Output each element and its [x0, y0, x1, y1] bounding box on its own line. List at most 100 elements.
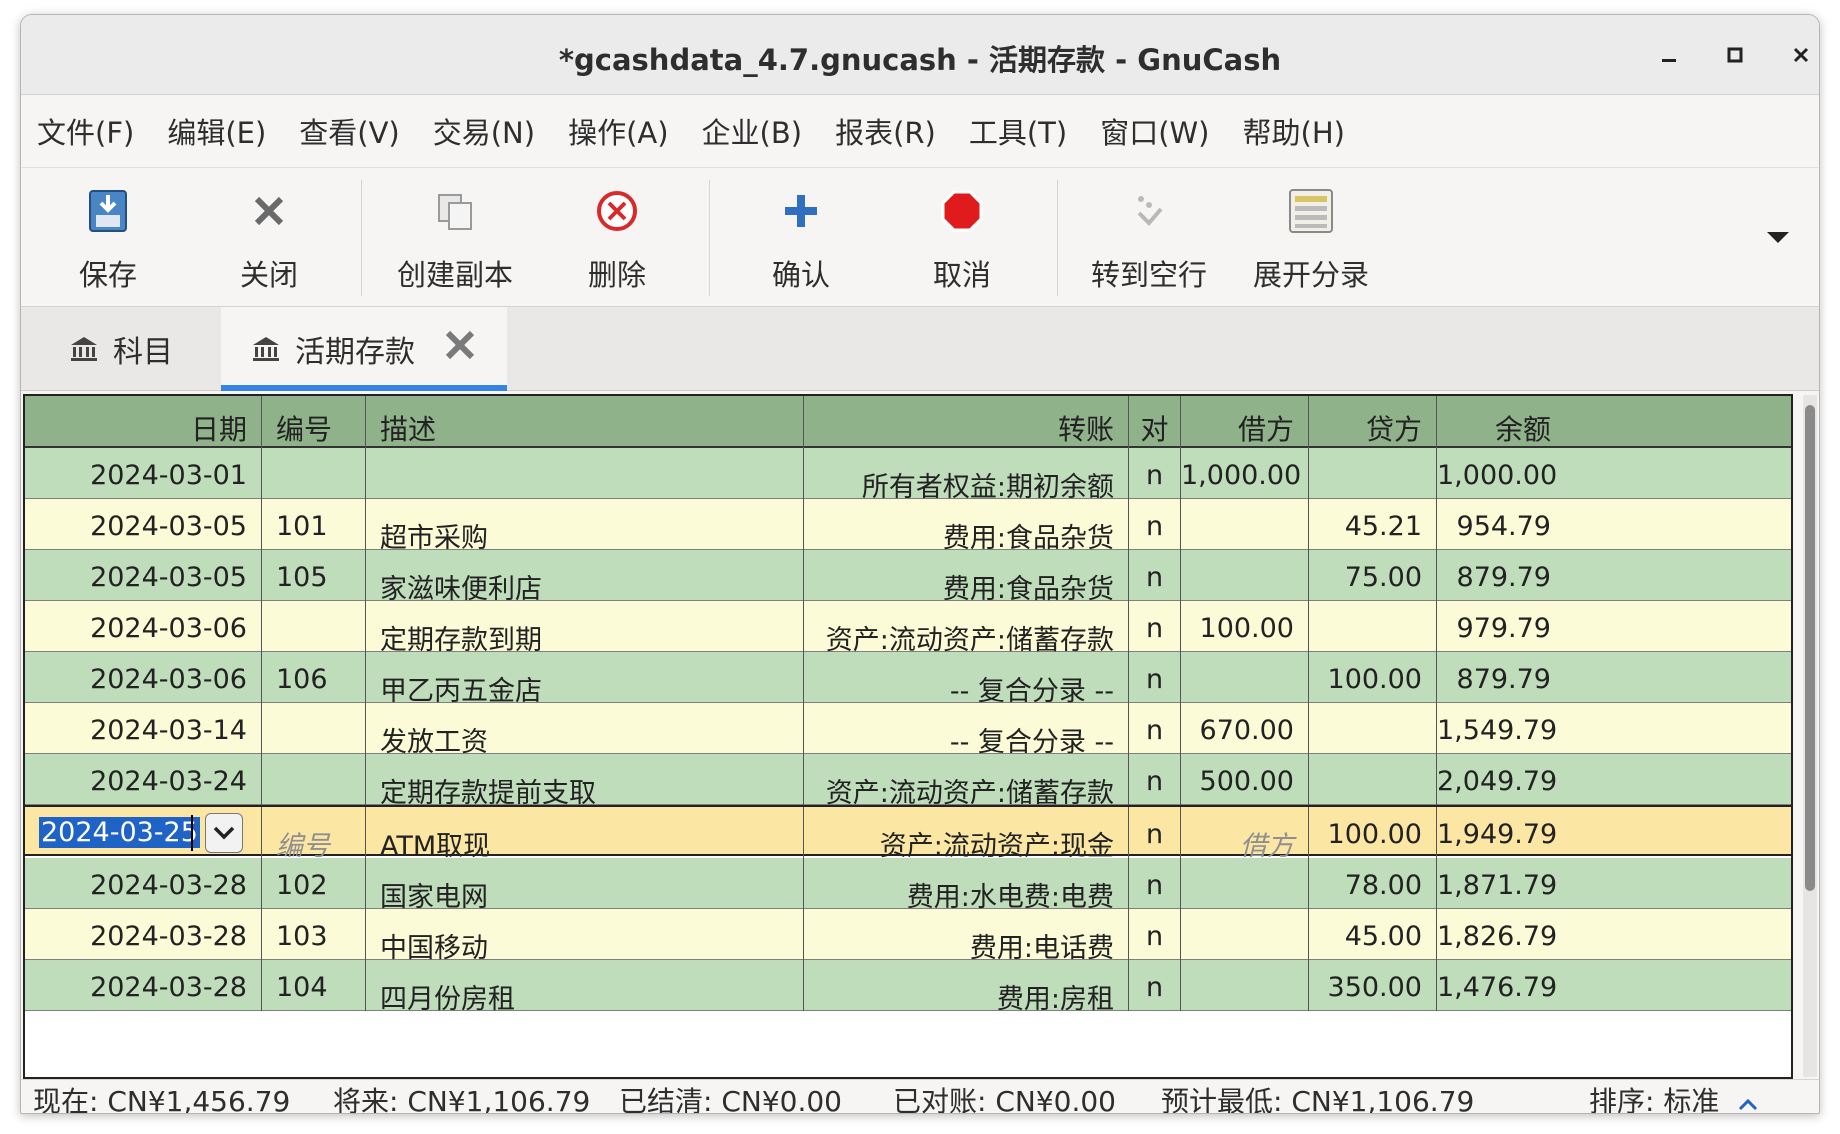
duplicate-button[interactable]: 创建副本 — [365, 178, 545, 298]
date-edit-field[interactable]: 2024-03-25 — [25, 807, 262, 858]
menu-help[interactable]: 帮助(H) — [1243, 110, 1345, 152]
cell-reconciled[interactable]: n — [1129, 960, 1181, 1011]
cell-desc[interactable]: 超市采购 — [366, 499, 804, 550]
col-header-debit[interactable]: 借方 — [1181, 396, 1309, 448]
cell-debit[interactable] — [1181, 960, 1309, 1011]
credit-field[interactable]: 100.00 — [1309, 807, 1437, 858]
delete-button[interactable]: 删除 — [527, 178, 707, 298]
cell-reconciled[interactable]: n — [1129, 550, 1181, 601]
cell-reconciled[interactable]: n — [1129, 652, 1181, 703]
save-button[interactable]: 保存 — [21, 178, 198, 298]
cell-num[interactable] — [262, 703, 366, 754]
cell-debit[interactable]: 100.00 — [1181, 601, 1309, 652]
menu-edit[interactable]: 编辑(E) — [167, 110, 266, 152]
cell-transfer[interactable]: 费用:房租 — [804, 960, 1129, 1011]
table-row[interactable]: 2024-03-28 103 中国移动 费用:电话费 n 45.00 1,826… — [25, 909, 1791, 960]
menu-view[interactable]: 查看(V) — [299, 110, 399, 152]
desc-field[interactable]: ATM取现 — [366, 807, 804, 858]
col-header-date[interactable]: 日期 — [25, 396, 262, 448]
cell-num[interactable]: 106 — [262, 652, 366, 703]
cell-debit[interactable] — [1181, 909, 1309, 960]
toolbar-overflow-arrow[interactable] — [1765, 224, 1791, 252]
register-scrollbar[interactable] — [1803, 395, 1817, 1077]
cell-credit[interactable]: 75.00 — [1309, 550, 1437, 601]
cell-credit[interactable] — [1309, 754, 1437, 805]
cell-debit[interactable] — [1181, 499, 1309, 550]
cell-debit[interactable]: 670.00 — [1181, 703, 1309, 754]
blank-transaction-button[interactable]: 转到空行 — [1059, 178, 1239, 298]
current-transaction-row[interactable]: 2024-03-25 编号 ATM取现 资产:流动资产:现金 n 借方 100.… — [25, 805, 1791, 858]
cell-date[interactable]: 2024-03-06 — [25, 652, 262, 703]
cell-desc[interactable]: 发放工资 — [366, 703, 804, 754]
table-row[interactable]: 2024-03-05 101 超市采购 费用:食品杂货 n 45.21 954.… — [25, 499, 1791, 550]
cell-transfer[interactable]: -- 复合分录 -- — [804, 652, 1129, 703]
col-header-balance[interactable]: 余额 — [1437, 396, 1565, 448]
cell-date[interactable]: 2024-03-14 — [25, 703, 262, 754]
cell-desc[interactable] — [366, 448, 804, 499]
cell-reconciled[interactable]: n — [1129, 601, 1181, 652]
cell-debit[interactable]: 500.00 — [1181, 754, 1309, 805]
reconciled-field[interactable]: n — [1129, 807, 1181, 858]
col-header-reconciled[interactable]: 对 — [1129, 396, 1181, 448]
table-row[interactable]: 2024-03-06 106 甲乙丙五金店 -- 复合分录 -- n 100.0… — [25, 652, 1791, 703]
cell-reconciled[interactable]: n — [1129, 858, 1181, 909]
cell-transfer[interactable]: -- 复合分录 -- — [804, 703, 1129, 754]
cell-num[interactable]: 104 — [262, 960, 366, 1011]
cell-credit[interactable]: 45.00 — [1309, 909, 1437, 960]
col-header-credit[interactable]: 贷方 — [1309, 396, 1437, 448]
cell-desc[interactable]: 四月份房租 — [366, 960, 804, 1011]
cell-credit[interactable]: 350.00 — [1309, 960, 1437, 1011]
menu-actions[interactable]: 操作(A) — [568, 110, 668, 152]
close-window-button[interactable] — [1781, 35, 1819, 75]
cell-transfer[interactable]: 费用:水电费:电费 — [804, 858, 1129, 909]
cell-desc[interactable]: 国家电网 — [366, 858, 804, 909]
split-button[interactable]: 展开分录 — [1221, 178, 1401, 298]
cell-num[interactable]: 101 — [262, 499, 366, 550]
table-row[interactable]: 2024-03-05 105 家滋味便利店 费用:食品杂货 n 75.00 87… — [25, 550, 1791, 601]
cell-desc[interactable]: 定期存款到期 — [366, 601, 804, 652]
cell-desc[interactable]: 甲乙丙五金店 — [366, 652, 804, 703]
menu-tools[interactable]: 工具(T) — [969, 110, 1067, 152]
cell-num[interactable]: 103 — [262, 909, 366, 960]
cell-transfer[interactable]: 资产:流动资产:储蓄存款 — [804, 754, 1129, 805]
menu-reports[interactable]: 报表(R) — [835, 110, 936, 152]
cell-credit[interactable] — [1309, 601, 1437, 652]
minimize-button[interactable] — [1649, 35, 1689, 75]
table-row[interactable]: 2024-03-28 102 国家电网 费用:水电费:电费 n 78.00 1,… — [25, 858, 1791, 909]
cell-debit[interactable] — [1181, 652, 1309, 703]
cell-date[interactable]: 2024-03-28 — [25, 909, 262, 960]
cell-num[interactable] — [262, 448, 366, 499]
col-header-num[interactable]: 编号 — [262, 396, 366, 448]
scrollbar-thumb[interactable] — [1805, 405, 1815, 891]
col-header-transfer[interactable]: 转账 — [804, 396, 1129, 448]
cell-transfer[interactable]: 资产:流动资产:储蓄存款 — [804, 601, 1129, 652]
cell-date[interactable]: 2024-03-05 — [25, 499, 262, 550]
tab-close-icon[interactable] — [443, 326, 477, 372]
cell-date[interactable]: 2024-03-01 — [25, 448, 262, 499]
col-header-desc[interactable]: 描述 — [366, 396, 804, 448]
table-row[interactable]: 2024-03-14 发放工资 -- 复合分录 -- n 670.00 1,54… — [25, 703, 1791, 754]
cell-transfer[interactable]: 费用:电话费 — [804, 909, 1129, 960]
cell-reconciled[interactable]: n — [1129, 909, 1181, 960]
cell-num[interactable] — [262, 754, 366, 805]
cell-date[interactable]: 2024-03-05 — [25, 550, 262, 601]
cell-debit[interactable]: 1,000.00 — [1181, 448, 1309, 499]
cell-reconciled[interactable]: n — [1129, 448, 1181, 499]
cell-date[interactable]: 2024-03-24 — [25, 754, 262, 805]
cell-num[interactable] — [262, 601, 366, 652]
cell-credit[interactable] — [1309, 448, 1437, 499]
num-field[interactable]: 编号 — [262, 807, 366, 858]
date-picker-button[interactable] — [205, 813, 243, 853]
transfer-field[interactable]: 资产:流动资产:现金 — [804, 807, 1129, 858]
cell-credit[interactable] — [1309, 703, 1437, 754]
menu-business[interactable]: 企业(B) — [702, 110, 803, 152]
cell-transfer[interactable]: 费用:食品杂货 — [804, 550, 1129, 601]
cell-desc[interactable]: 中国移动 — [366, 909, 804, 960]
cell-transfer[interactable]: 所有者权益:期初余额 — [804, 448, 1129, 499]
cell-desc[interactable]: 家滋味便利店 — [366, 550, 804, 601]
cell-debit[interactable] — [1181, 550, 1309, 601]
cell-debit[interactable] — [1181, 858, 1309, 909]
table-row[interactable]: 2024-03-06 定期存款到期 资产:流动资产:储蓄存款 n 100.00 … — [25, 601, 1791, 652]
cell-date[interactable]: 2024-03-06 — [25, 601, 262, 652]
cell-num[interactable]: 102 — [262, 858, 366, 909]
